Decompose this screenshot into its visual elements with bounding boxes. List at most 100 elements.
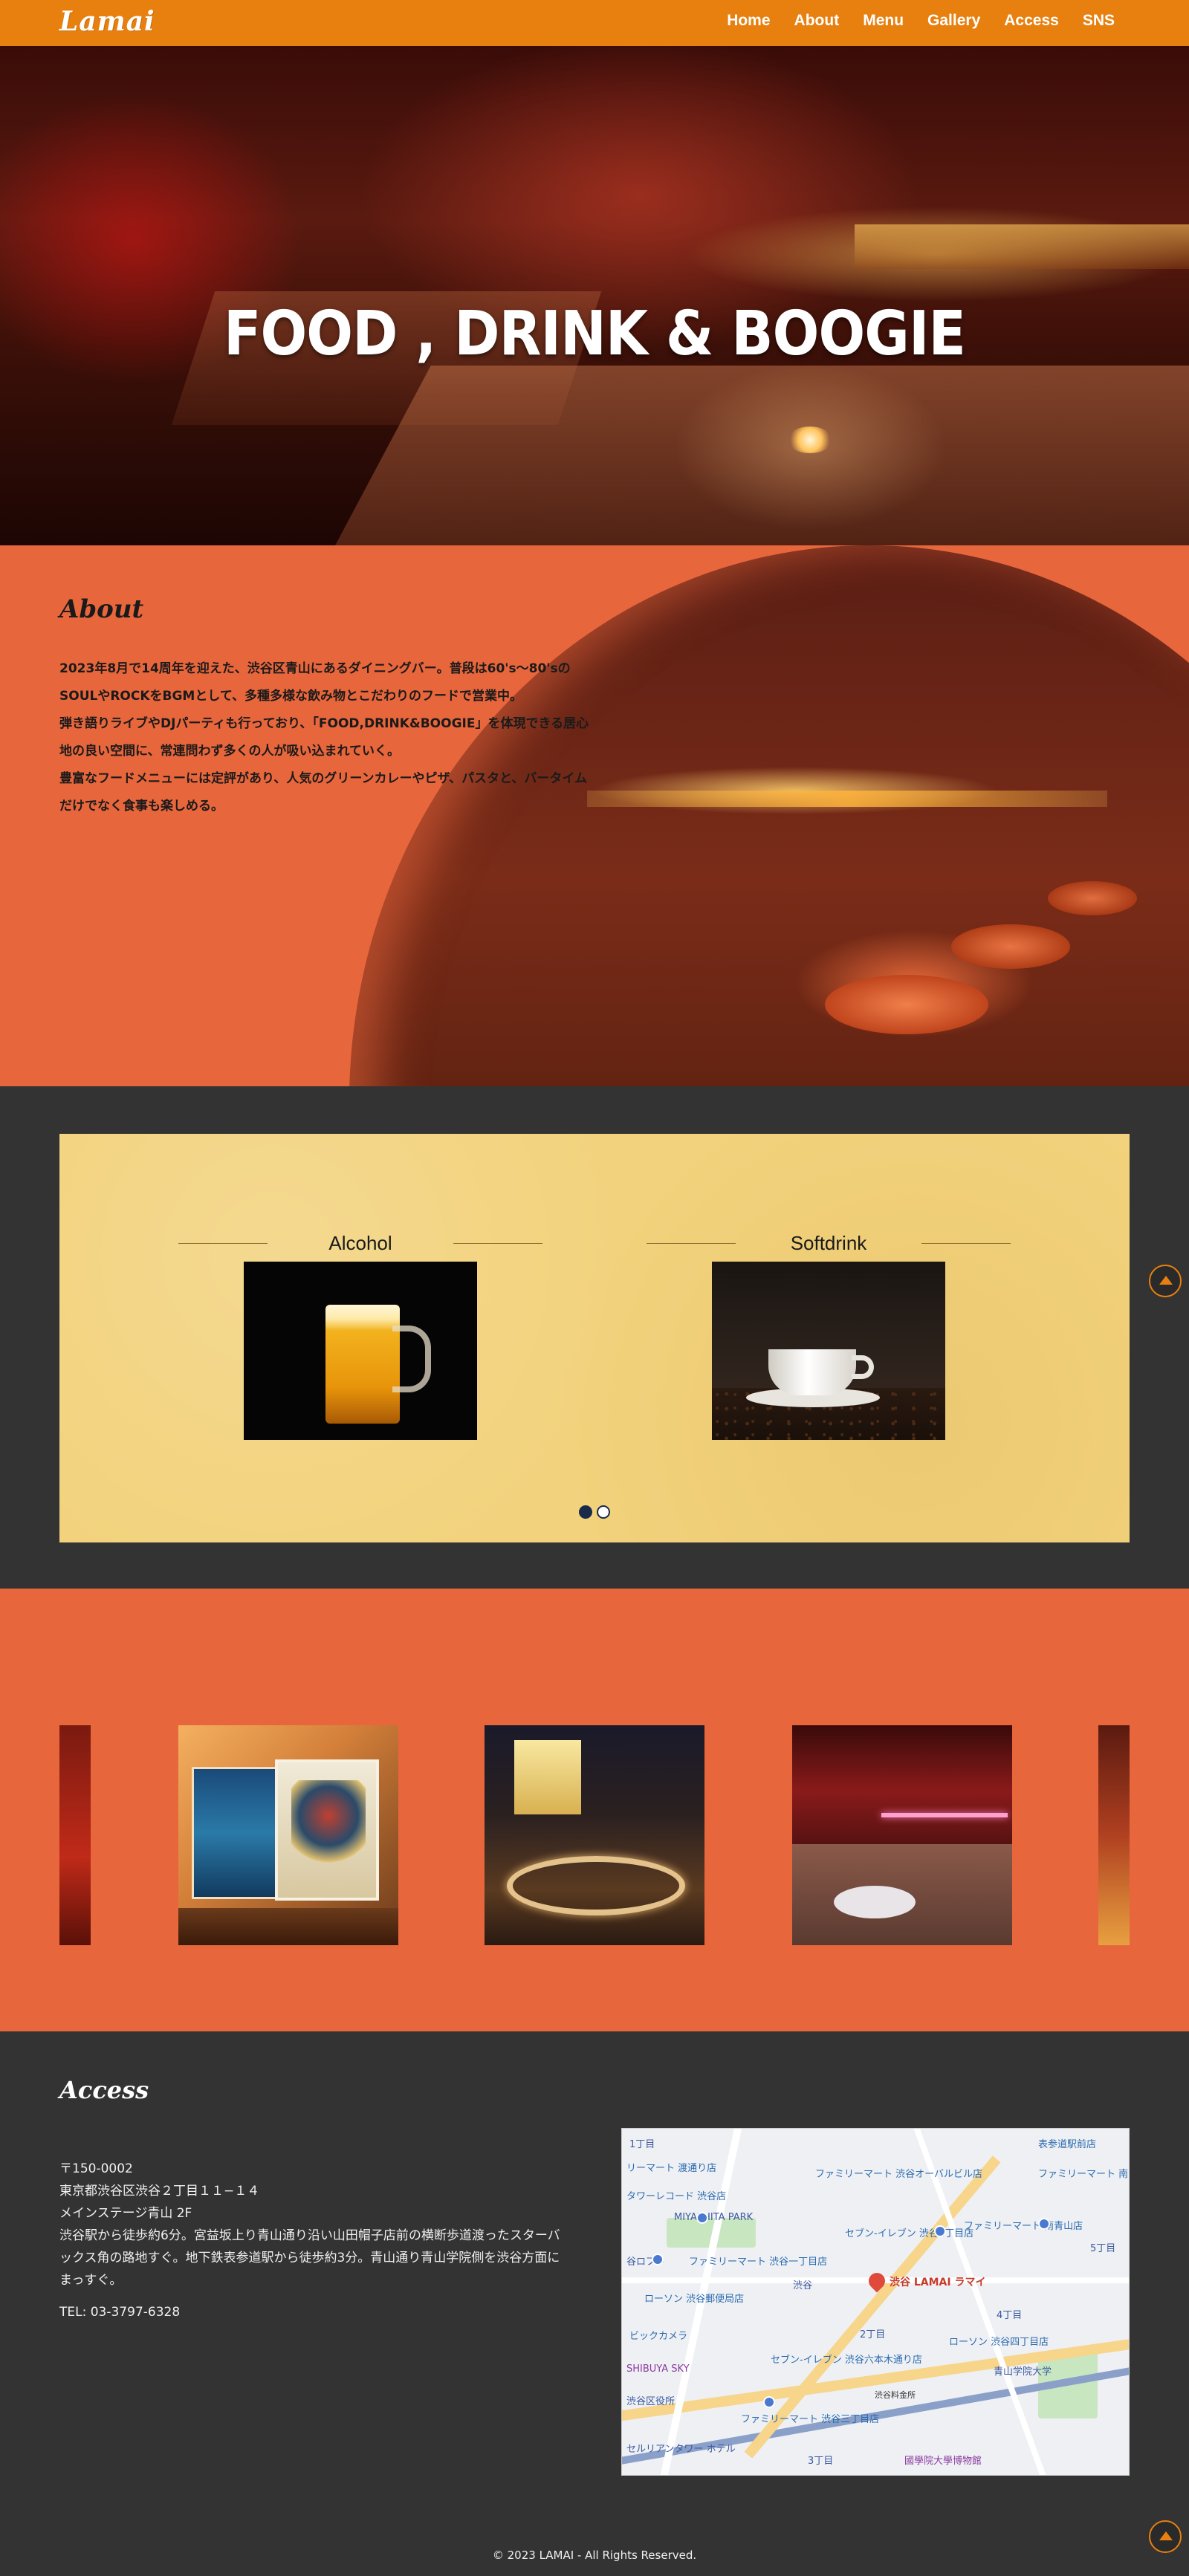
poster-floor — [178, 1908, 398, 1945]
poster-right — [275, 1759, 379, 1901]
coffee-cup-handle — [852, 1355, 874, 1379]
address-line: 東京都渋谷区渋谷２丁目１１−１４ — [59, 2184, 260, 2199]
map-poi-icon[interactable] — [763, 2396, 775, 2408]
scroll-top-icon[interactable] — [1149, 1265, 1182, 1297]
access-section: Access 〒150-0002 東京都渋谷区渋谷２丁目１１−１４ メインステー… — [0, 2031, 1189, 2576]
hero-section: FOOD , DRINK & BOOGIE — [0, 46, 1189, 545]
gallery-section — [0, 1589, 1189, 2031]
nav-home[interactable]: Home — [727, 12, 770, 30]
map-label: 渋谷 — [793, 2280, 813, 2291]
poster-left — [192, 1767, 278, 1899]
map-label: 3丁目 — [808, 2456, 834, 2467]
map-label: SHIBUYA SKY — [626, 2364, 690, 2375]
map-label: ビックカメラ — [629, 2331, 688, 2342]
divider — [647, 1243, 736, 1244]
slider-dot-1[interactable] — [579, 1505, 592, 1519]
gallery-image-lamp[interactable] — [485, 1725, 704, 1945]
map-label: MIYASHITA PARK — [674, 2212, 754, 2223]
map-label: 1丁目 — [629, 2139, 655, 2150]
beer-mug-handle — [392, 1326, 431, 1392]
menu-item-heading: Alcohol — [178, 1232, 542, 1254]
gallery-image-partial[interactable] — [1098, 1725, 1130, 1945]
copyright: © 2023 LAMAI - All Rights Reserved. — [492, 2549, 697, 2562]
map-poi-icon[interactable] — [696, 2212, 708, 2224]
map-label: ファミリーマート 渋谷一丁目店 — [689, 2257, 828, 2268]
hero-title: FOOD , DRINK & BOOGIE — [223, 299, 966, 369]
about-paragraph: 2023年8月で14周年を迎えた、渋谷区青山にあるダイニングバー。普段は60's… — [59, 661, 571, 704]
light-ring — [507, 1856, 685, 1915]
hero-photo-table — [312, 366, 1189, 545]
map-label: 5丁目 — [1090, 2243, 1116, 2254]
about-photo-stool — [951, 924, 1070, 969]
map-label: ファミリーマート 渋谷オーバルビル店 — [815, 2169, 983, 2180]
coffee-cup — [768, 1349, 856, 1395]
menu-item-softdrink[interactable]: Softdrink — [647, 1232, 1011, 1440]
about-text: 2023年8月で14周年を迎えた、渋谷区青山にあるダイニングバー。普段は60's… — [59, 655, 594, 820]
neon-light — [881, 1813, 1008, 1817]
gallery-image-bar[interactable] — [792, 1725, 1012, 1945]
gallery-image-partial[interactable] — [59, 1725, 91, 1945]
hero-photo-candle — [788, 426, 832, 453]
slider-dot-2[interactable] — [597, 1505, 610, 1519]
telephone: TEL: 03-3797-6328 — [59, 2305, 181, 2320]
map-label: 國學院大學博物館 — [904, 2456, 982, 2467]
map-label: セルリアンタワー ホテル — [626, 2444, 736, 2455]
access-title: Access — [59, 2076, 149, 2104]
map-shop-label: 渋谷 LAMAI ラマイ — [890, 2277, 986, 2288]
hero-photo-counter — [855, 224, 1189, 269]
about-photo-stool — [1048, 881, 1137, 915]
gallery-image-posters[interactable] — [178, 1725, 398, 1945]
directions: 渋谷駅から徒歩約6分。宮益坂上り青山通り沿い山田帽子店前の横断歩道渡ったスターバ… — [59, 2228, 560, 2288]
coffee-image — [712, 1262, 945, 1440]
building-name: メインステージ青山 2F — [59, 2206, 192, 2221]
main-nav: Home About Menu Gallery Access SNS — [727, 12, 1115, 30]
nav-about[interactable]: About — [794, 12, 840, 30]
menu-slider[interactable]: Alcohol Softdrink — [59, 1134, 1130, 1542]
map-label: 青山学院大学 — [994, 2366, 1052, 2378]
beer-mug — [325, 1305, 400, 1424]
plate — [834, 1886, 916, 1918]
map-label: ローソン 渋谷四丁目店 — [949, 2337, 1049, 2348]
map-label: セブン-イレブン 渋谷六本木通り店 — [771, 2355, 922, 2366]
about-title: About — [59, 594, 144, 624]
divider — [178, 1243, 268, 1244]
map-label: ファミリーマート 南青山五丁目店 — [1038, 2169, 1129, 2180]
map-label: 渋谷料金所 — [875, 2390, 916, 2400]
map-poi-icon[interactable] — [652, 2254, 664, 2265]
map-label: 2丁目 — [860, 2329, 886, 2340]
nav-gallery[interactable]: Gallery — [927, 12, 980, 30]
nav-sns[interactable]: SNS — [1083, 12, 1115, 30]
map-poi-icon[interactable] — [1038, 2218, 1050, 2230]
beer-image — [244, 1262, 477, 1440]
map-label: ファミリーマート 渋谷三丁目店 — [741, 2414, 880, 2425]
menu-item-label: Alcohol — [328, 1232, 392, 1254]
nav-menu[interactable]: Menu — [863, 12, 904, 30]
site-header: Lamai Home About Menu Gallery Access SNS — [0, 0, 1189, 46]
about-photo-counter-light — [587, 791, 1107, 807]
access-address: 〒150-0002 東京都渋谷区渋谷２丁目１１−１４ メインステージ青山 2F … — [59, 2158, 572, 2291]
about-paragraph: 豊富なフードメニューには定評があり、人気のグリーンカレーやピザ、パスタと、バータ… — [59, 771, 588, 814]
site-logo[interactable]: Lamai — [59, 6, 155, 37]
slider-pagination — [0, 1505, 1189, 1519]
map-label: 表参道駅前店 — [1038, 2139, 1097, 2150]
map-label: セブン-イレブン 渋谷2丁目店 — [845, 2228, 974, 2239]
divider — [453, 1243, 542, 1244]
map-label: 4丁目 — [997, 2310, 1023, 2321]
lamp-shade — [514, 1740, 581, 1814]
map-label: ファミリーマート 南青山店 — [964, 2221, 1083, 2232]
menu-section: Alcohol Softdrink — [0, 1086, 1189, 1589]
map-poi-icon[interactable] — [934, 2225, 946, 2237]
about-section: About 2023年8月で14周年を迎えた、渋谷区青山にあるダイニングバー。普… — [0, 545, 1189, 1086]
nav-access[interactable]: Access — [1004, 12, 1059, 30]
map-label: タワーレコード 渋谷店 — [626, 2191, 727, 2202]
access-map[interactable]: 1丁目 ファミリーマート 渋谷オーバルビル店 表参道駅前店 ファミリーマート 南… — [621, 2128, 1130, 2476]
map-label: リーマート 渡通り店 — [626, 2163, 717, 2174]
postal-code: 〒150-0002 — [59, 2161, 133, 2176]
menu-item-label: Softdrink — [790, 1232, 867, 1254]
map-label: ローソン 渋谷郵便局店 — [644, 2294, 745, 2305]
about-paragraph: 弾き語りライブやDJパーティも行っており、「FOOD,DRINK&BOOGIE」… — [59, 716, 589, 759]
divider — [921, 1243, 1011, 1244]
map-label: 渋谷区役所 — [626, 2396, 676, 2407]
menu-item-alcohol[interactable]: Alcohol — [178, 1232, 542, 1440]
menu-item-heading: Softdrink — [647, 1232, 1011, 1254]
